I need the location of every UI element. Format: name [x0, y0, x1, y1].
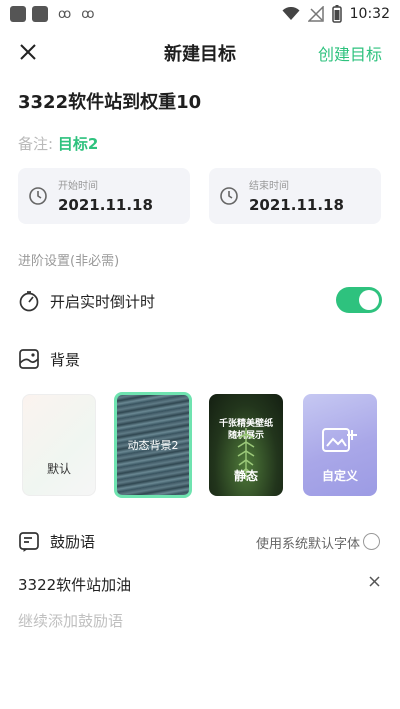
background-option-label: 动态背景2	[127, 439, 179, 452]
status-bar: ꝏ ꝏ 10:32	[0, 0, 400, 30]
toggle-knob	[359, 290, 379, 310]
background-option-label: 默认	[46, 462, 71, 476]
link-icon: ꝏ	[81, 6, 95, 22]
system-font-radio[interactable]	[363, 533, 380, 550]
background-icon	[19, 349, 39, 369]
no-signal-icon	[307, 6, 324, 22]
header: 新建目标 创建目标	[0, 32, 400, 72]
background-label: 背景	[50, 351, 81, 369]
background-option-static[interactable]: 千张精美壁纸 随机展示 静态	[209, 394, 283, 496]
status-bar-right: 10:32	[282, 5, 390, 23]
note-row[interactable]: 备注: 目标2	[18, 133, 98, 154]
link-icon: ꝏ	[58, 6, 72, 22]
notification-app-icon	[32, 6, 48, 22]
background-option-dynamic[interactable]: 动态背景2	[114, 392, 192, 498]
note-label: 备注:	[18, 135, 54, 153]
add-encouragement-input[interactable]: 继续添加鼓励语	[18, 610, 123, 631]
status-bar-left: ꝏ ꝏ	[10, 6, 95, 22]
add-image-icon	[322, 428, 357, 452]
clock-icon	[220, 187, 238, 205]
start-date-caption: 开始时间	[58, 181, 98, 192]
countdown-toggle[interactable]	[336, 287, 382, 313]
advanced-settings-label: 进阶设置(非必需)	[18, 254, 120, 269]
remove-encouragement-button[interactable]	[369, 572, 380, 591]
countdown-icon	[19, 291, 39, 312]
background-option-label: 静态	[233, 469, 258, 483]
countdown-label: 开启实时倒计时	[50, 293, 156, 311]
clock-icon	[29, 187, 47, 205]
close-icon	[369, 576, 380, 587]
encouragement-label: 鼓励语	[50, 533, 96, 551]
background-option-default[interactable]: 默认	[22, 394, 96, 496]
note-value[interactable]: 目标2	[58, 135, 98, 153]
background-option-custom[interactable]: 自定义	[303, 394, 377, 496]
background-option-label: 自定义	[321, 469, 358, 483]
battery-icon	[331, 5, 342, 23]
end-date-value: 2021.11.18	[249, 196, 344, 214]
end-date-caption: 结束时间	[249, 181, 289, 192]
create-goal-button[interactable]: 创建目标	[318, 41, 382, 65]
end-date-picker[interactable]: 结束时间 2021.11.18	[209, 168, 381, 224]
start-date-value: 2021.11.18	[58, 196, 153, 214]
goal-title-input[interactable]: 3322软件站到权重10	[18, 88, 201, 114]
status-time: 10:32	[349, 6, 390, 22]
wifi-icon	[282, 7, 300, 20]
encouragement-icon	[19, 532, 39, 552]
notification-app-icon	[10, 6, 26, 22]
encouragement-item[interactable]: 3322软件站加油	[18, 574, 131, 595]
start-date-picker[interactable]: 开始时间 2021.11.18	[18, 168, 190, 224]
system-font-label: 使用系统默认字体	[255, 537, 360, 552]
